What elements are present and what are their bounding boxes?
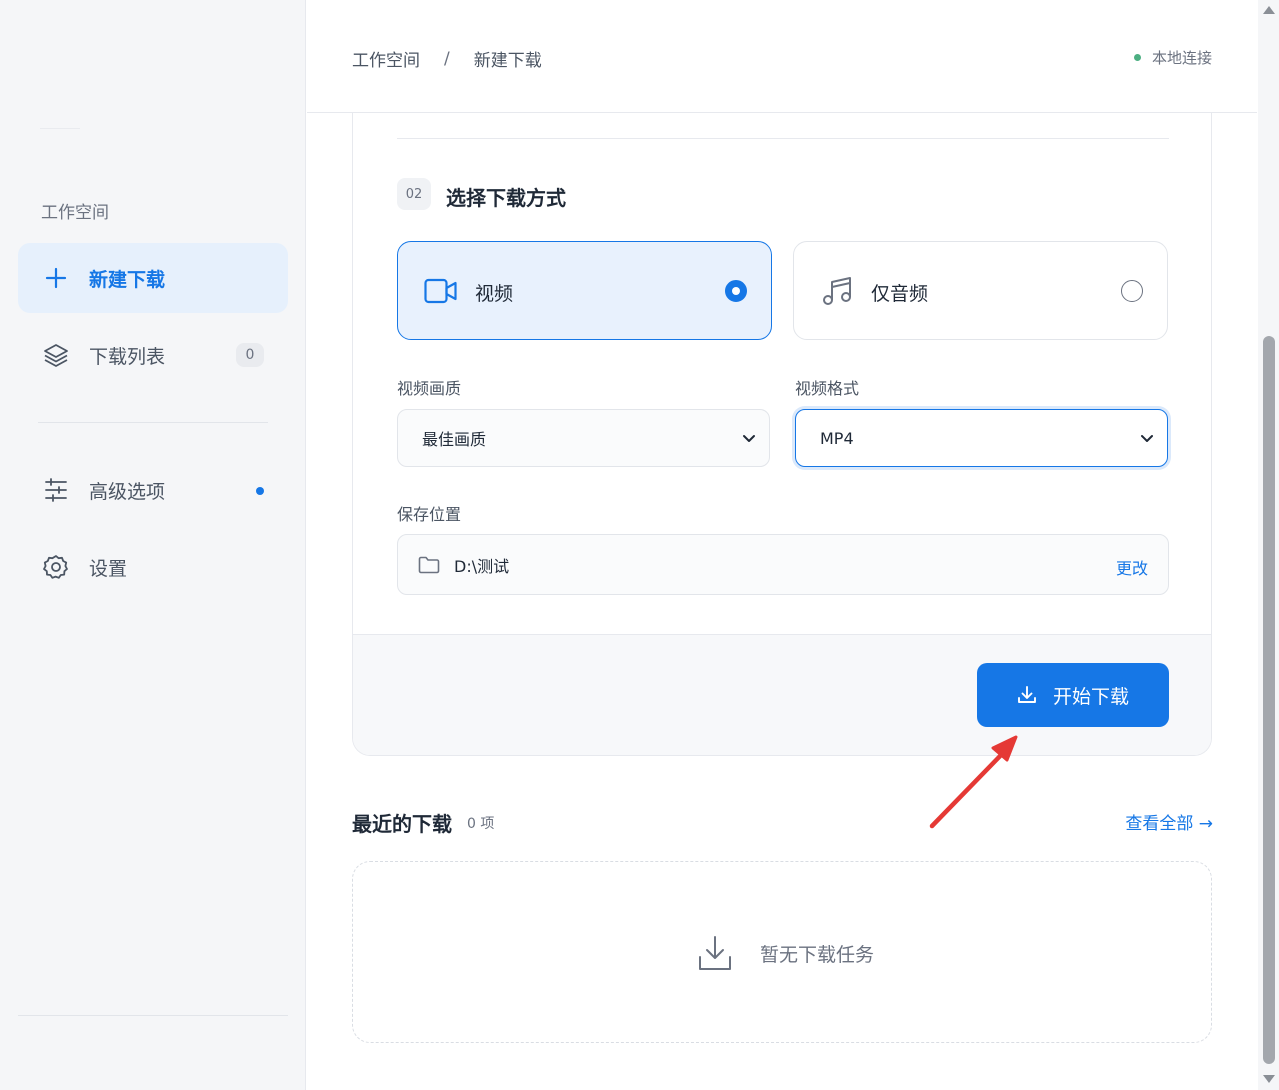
connection-status-label: 本地连接 (1151, 49, 1212, 67)
folder-icon (418, 555, 440, 575)
chevron-down-icon (743, 435, 755, 442)
breadcrumb-current: 新建下载 (473, 51, 542, 71)
start-download-button[interactable]: 开始下载 (977, 663, 1169, 727)
change-location-link[interactable]: 更改 (1116, 555, 1148, 579)
sidebar-item-settings[interactable]: 设置 (18, 532, 288, 602)
recent-downloads-count: 0 项 (467, 816, 495, 832)
radio-unselected[interactable] (1121, 280, 1143, 302)
download-tray-icon (698, 934, 734, 972)
chevron-down-icon (1141, 435, 1153, 442)
top-header: 工作空间 / 新建下载 本地连接 (307, 0, 1257, 113)
format-label: 视频格式 (795, 379, 860, 398)
download-count-badge: 0 (236, 343, 264, 367)
plus-icon (42, 264, 70, 292)
connection-status: 本地连接 (1133, 47, 1212, 68)
mode-option-label: 视频 (475, 283, 514, 305)
sidebar-item-download-list[interactable]: 下载列表 0 (18, 320, 288, 390)
save-location-field: D:\测试 更改 (397, 534, 1169, 595)
sidebar-item-label: 高级选项 (89, 480, 166, 503)
layers-icon (42, 341, 70, 369)
step-number-badge: 02 (397, 178, 431, 210)
notification-dot (256, 487, 264, 495)
scrollbar-thumb[interactable] (1263, 336, 1275, 1064)
section-divider (397, 138, 1169, 139)
empty-state-text: 暂无下载任务 (760, 943, 875, 966)
radio-selected[interactable] (725, 280, 747, 302)
music-note-icon (820, 274, 854, 308)
sidebar-item-advanced-options[interactable]: 高级选项 (18, 455, 288, 525)
quality-value: 最佳画质 (422, 430, 487, 449)
empty-state-content: 暂无下载任务 (698, 934, 874, 972)
sidebar-divider (38, 422, 268, 423)
view-all-link[interactable]: 查看全部 → (1125, 809, 1213, 834)
sidebar-item-label: 新建下载 (89, 268, 166, 291)
status-dot (1133, 54, 1141, 61)
scroll-down-arrow-icon[interactable] (1263, 1075, 1275, 1083)
quality-label: 视频画质 (397, 379, 462, 398)
sidebar-item-new-download[interactable]: 新建下载 (18, 243, 288, 313)
mode-option-video[interactable]: 视频 (397, 241, 772, 340)
sliders-icon (42, 476, 70, 504)
step-title: 选择下载方式 (446, 186, 566, 210)
breadcrumb: 工作空间 / 新建下载 (352, 46, 542, 72)
scroll-up-arrow-icon[interactable] (1263, 6, 1275, 14)
card-footer: 开始下载 (353, 634, 1211, 755)
save-path-value: D:\测试 (454, 556, 510, 576)
recent-downloads-empty-state: 暂无下载任务 (352, 861, 1212, 1043)
recent-downloads-title: 最近的下载 (352, 812, 452, 836)
mode-option-audio-only[interactable]: 仅音频 (793, 241, 1168, 340)
save-location-label: 保存位置 (397, 505, 462, 524)
format-select[interactable]: MP4 (795, 409, 1168, 467)
gear-icon (42, 553, 70, 581)
sidebar-logo-divider (40, 128, 80, 129)
start-download-label: 开始下载 (1052, 685, 1129, 708)
sidebar-section-label: 工作空间 (41, 203, 109, 223)
download-config-card: 02 选择下载方式 视频 仅音频 视频画质 最佳画质 视频格式 MP4 保存位置… (352, 113, 1212, 756)
video-camera-icon (424, 274, 458, 308)
sidebar-item-label: 设置 (89, 557, 128, 580)
format-value: MP4 (820, 428, 854, 448)
mode-option-label: 仅音频 (871, 283, 929, 305)
breadcrumb-workspace[interactable]: 工作空间 (352, 46, 420, 71)
sidebar-item-label: 下载列表 (89, 345, 166, 368)
quality-select[interactable]: 最佳画质 (397, 409, 770, 467)
download-icon (1017, 684, 1039, 706)
sidebar: 工作空间 新建下载 下载列表 0 高级选项 设置 (0, 0, 306, 1090)
breadcrumb-separator: / (444, 48, 450, 69)
sidebar-bottom-divider (18, 1015, 288, 1016)
